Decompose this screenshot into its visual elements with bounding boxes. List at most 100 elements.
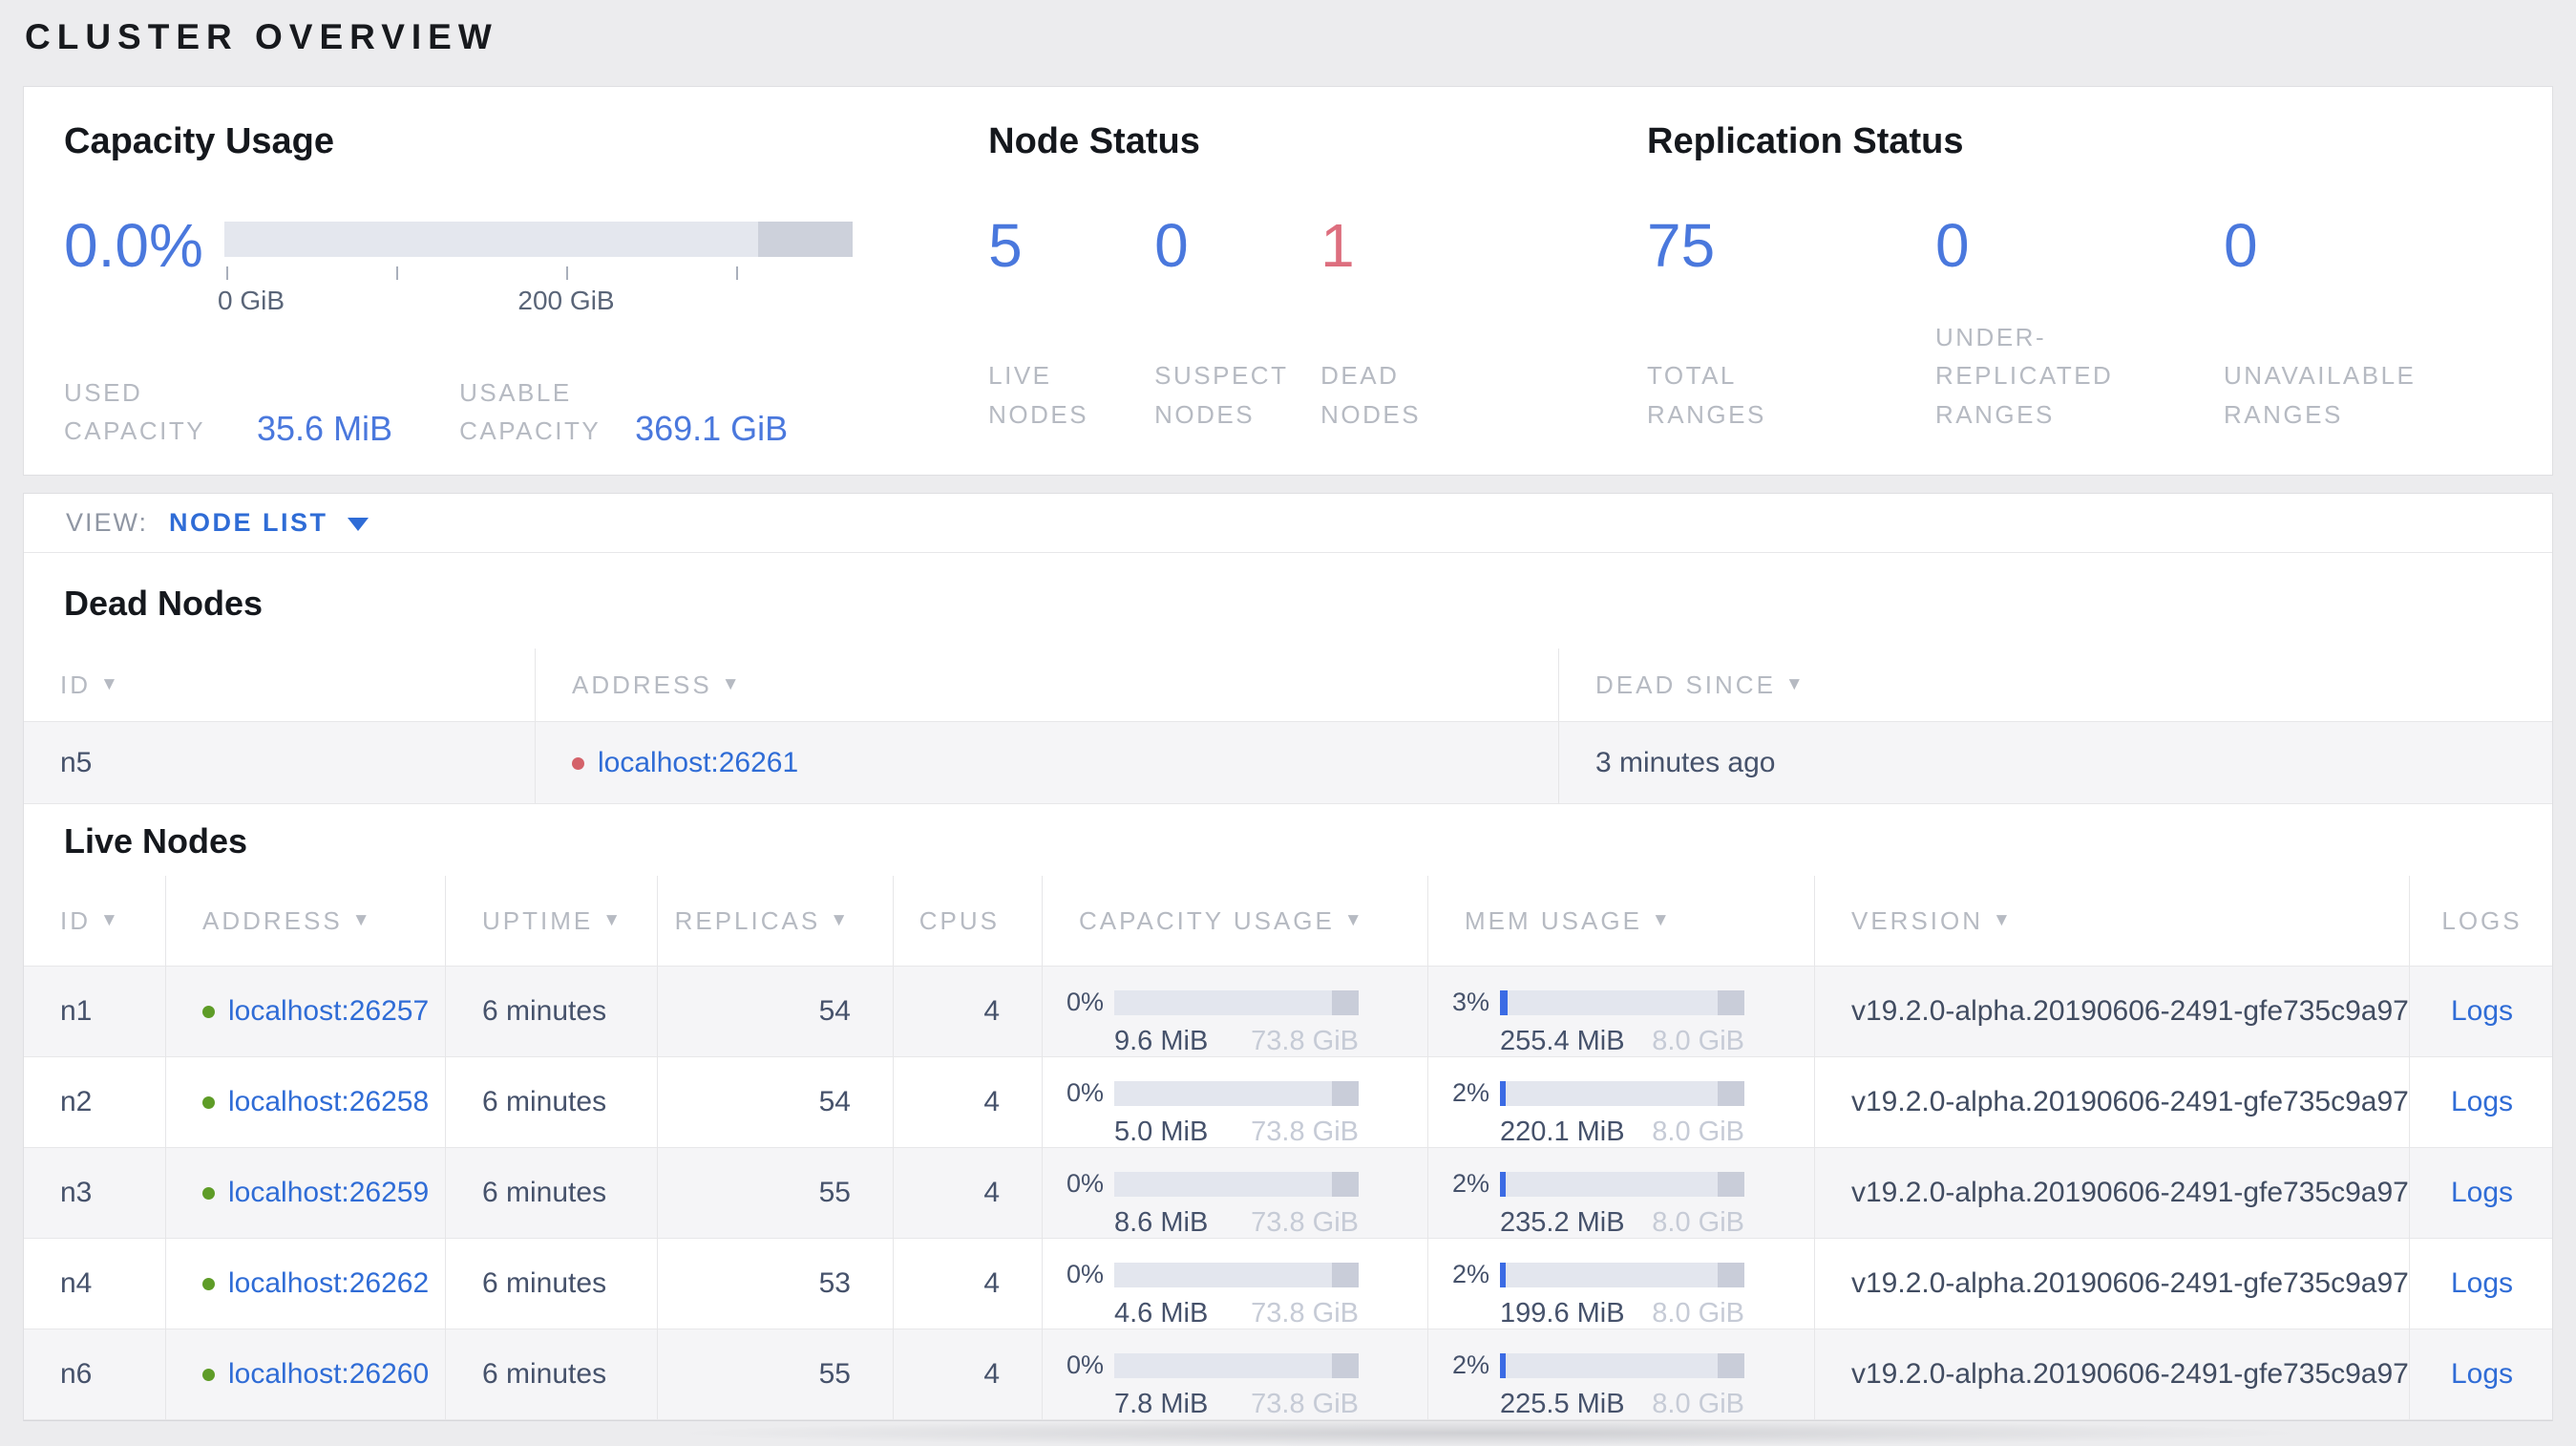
live-nodes-heading: Live Nodes (64, 821, 248, 861)
capacity-usage-chart: 0.0% 0 GiB 200 GiB (64, 210, 988, 318)
node-address-link[interactable]: localhost:26258 (228, 1086, 429, 1117)
usage-bar-reserved-segment (1332, 989, 1359, 1015)
view-label: VIEW: (66, 508, 149, 537)
usage-meter: 2% (1428, 1260, 1814, 1289)
column-header-label: ID (60, 670, 91, 699)
column-header-id[interactable]: ID ▼ (24, 649, 536, 721)
axis-tick (396, 266, 398, 280)
logs-cell: Logs (2410, 1057, 2554, 1148)
usage-bar-track (1500, 1352, 1744, 1378)
live-status-dot (202, 1006, 215, 1018)
logs-link[interactable]: Logs (2451, 1086, 2513, 1117)
stat-dead-nodes: 1 DEAD NODES (1320, 210, 1487, 434)
usage-values: 225.5 MiB 8.0 GiB (1500, 1389, 1744, 1420)
usage-percent: 0% (1066, 1169, 1104, 1198)
capacity-bar-reserved-segment (758, 222, 853, 257)
capacity-bar: 0 GiB 200 GiB (218, 222, 853, 318)
dead-node-id-cell: n5 (24, 722, 536, 803)
live-status-dot (202, 1187, 215, 1200)
usage-total-value: 8.0 GiB (1652, 1116, 1744, 1147)
usage-bar-reserved-segment (1332, 1171, 1359, 1197)
usable-capacity-value: 369.1 GiB (635, 408, 789, 448)
stat-value: 0 (1154, 211, 1189, 280)
stat-label: UNAVAILABLE RANGES (2224, 361, 2417, 429)
node-address-link[interactable]: localhost:26262 (228, 1267, 429, 1299)
usage-percent: 0% (1066, 988, 1104, 1016)
usage-total-value: 73.8 GiB (1251, 1026, 1359, 1056)
logs-link[interactable]: Logs (2451, 995, 2513, 1027)
usage-total-value: 73.8 GiB (1251, 1207, 1359, 1238)
column-header-logs: LOGS (2410, 876, 2554, 966)
column-header-version[interactable]: VERSION ▼ (1815, 876, 2410, 966)
replication-status-section: Replication Status 75 TOTAL RANGES 0 UNDER-… (1647, 121, 2512, 440)
stat-value: 5 (988, 211, 1023, 280)
usable-capacity-stat: USABLE CAPACITY 369.1 GiB (459, 373, 855, 451)
usage-bar-reserved-segment (1332, 1352, 1359, 1378)
column-header-address[interactable]: ADDRESS ▼ (166, 876, 446, 966)
stat-value: 0 (2224, 211, 2258, 280)
node-list-card: VIEW: NODE LIST Dead Nodes ID ▼ ADDRESS ▼ DE… (23, 493, 2553, 1421)
column-header-capacity-usage[interactable]: CAPACITY USAGE ▼ (1043, 876, 1428, 966)
chevron-down-icon[interactable] (347, 518, 369, 531)
logs-link[interactable]: Logs (2451, 1177, 2513, 1208)
dead-status-dot (572, 757, 584, 770)
usage-used-value: 4.6 MiB (1114, 1298, 1209, 1329)
stat-value: 1 (1320, 211, 1355, 280)
version-cell: v19.2.0-alpha.20190606-2491-gfe735c9a97 (1815, 1148, 2410, 1239)
capacity-usage-title: Capacity Usage (64, 121, 335, 161)
logs-link[interactable]: Logs (2451, 1267, 2513, 1299)
node-id-cell: n1 (24, 967, 166, 1057)
column-header-mem-usage[interactable]: MEM USAGE ▼ (1428, 876, 1815, 966)
capacity-bar-axis: 0 GiB 200 GiB (218, 257, 853, 318)
node-address-link[interactable]: localhost:26257 (228, 995, 429, 1027)
sort-arrow-icon: ▼ (100, 910, 121, 930)
uptime-cell: 6 minutes (446, 1329, 658, 1420)
sort-arrow-icon: ▼ (830, 910, 851, 930)
node-id-cell: n4 (24, 1239, 166, 1329)
stat-label: SUSPECT NODES (1154, 361, 1288, 429)
node-address-link[interactable]: localhost:26259 (228, 1177, 429, 1208)
column-header-replicas[interactable]: REPLICAS ▼ (658, 876, 894, 966)
usage-meter: 2% (1428, 1078, 1814, 1108)
usage-values: 220.1 MiB 8.0 GiB (1500, 1116, 1744, 1148)
replicas-cell: 55 (658, 1148, 894, 1239)
usage-bar-track (1114, 1262, 1359, 1287)
usage-total-value: 8.0 GiB (1652, 1298, 1744, 1329)
usage-bar-track (1114, 989, 1359, 1015)
stat-live-nodes: 5 LIVE NODES (988, 210, 1154, 434)
logs-cell: Logs (2410, 1148, 2554, 1239)
stat-label: UNDER-REPLICATED RANGES (1935, 323, 2114, 429)
cpus-cell: 4 (894, 1148, 1043, 1239)
capacity-usage-cell: 0% 7.8 MiB 73.8 GiB (1043, 1329, 1428, 1420)
dead-since-cell: 3 minutes ago (1595, 747, 1776, 778)
stat-under-replicated-ranges: 0 UNDER-REPLICATED RANGES (1935, 210, 2140, 434)
usage-used-value: 9.6 MiB (1114, 1026, 1209, 1056)
node-address-link[interactable]: localhost:26260 (228, 1358, 429, 1390)
capacity-usage-cell: 0% 9.6 MiB 73.8 GiB (1043, 967, 1428, 1057)
dead-node-address-link[interactable]: localhost:26261 (598, 747, 798, 778)
sort-arrow-icon: ▼ (1651, 910, 1673, 930)
usage-bar-track (1114, 1080, 1359, 1106)
cpus-cell: 4 (894, 1239, 1043, 1329)
column-header-label: ID (60, 905, 91, 935)
column-header-label: CAPACITY USAGE (1079, 905, 1335, 935)
column-header-dead-since[interactable]: DEAD SINCE ▼ (1559, 649, 2554, 721)
usage-bar-fill (1500, 1171, 1506, 1197)
node-address-cell: localhost:26258 (166, 1057, 446, 1148)
usage-used-value: 255.4 MiB (1500, 1026, 1625, 1056)
usage-bar-track (1114, 1352, 1359, 1378)
logs-link[interactable]: Logs (2451, 1358, 2513, 1390)
table-row: n2 localhost:26258 6 minutes 54 4 0% 5.0 MiB 73… (24, 1057, 2552, 1148)
view-dropdown[interactable]: NODE LIST (169, 508, 328, 538)
column-header-id[interactable]: ID ▼ (24, 876, 166, 966)
usage-used-value: 225.5 MiB (1500, 1389, 1625, 1419)
live-status-dot (202, 1096, 215, 1109)
column-header-uptime[interactable]: UPTIME ▼ (446, 876, 658, 966)
dead-nodes-table: ID ▼ ADDRESS ▼ DEAD SINCE ▼ n5 localhost:26261 3… (24, 649, 2552, 804)
usage-bar-track (1500, 1262, 1744, 1287)
stat-value: 0 (1935, 211, 1970, 280)
cluster-summary-card: Capacity Usage 0.0% 0 GiB 200 GiB USED C… (23, 86, 2553, 476)
usage-meter: 0% (1043, 1078, 1427, 1108)
column-header-address[interactable]: ADDRESS ▼ (536, 649, 1559, 721)
uptime-cell: 6 minutes (446, 1239, 658, 1329)
